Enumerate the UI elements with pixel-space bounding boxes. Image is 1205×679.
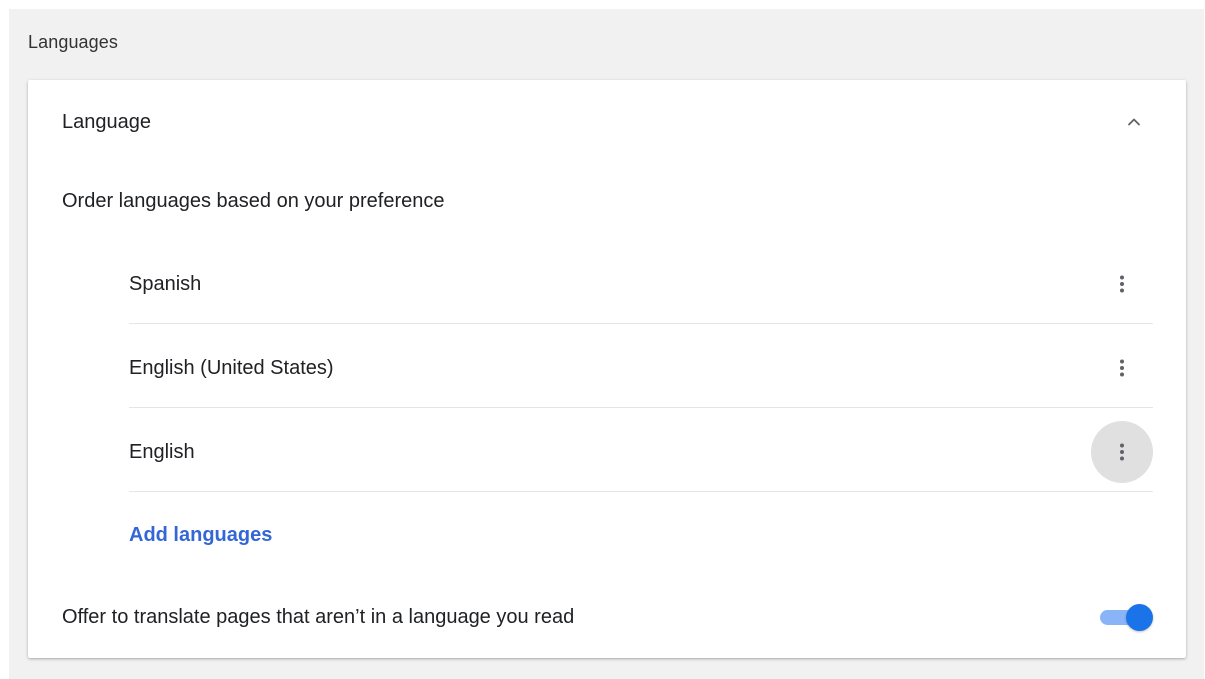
language-menu-button[interactable] xyxy=(1091,421,1153,483)
more-vert-icon xyxy=(1120,359,1124,377)
language-menu-button[interactable] xyxy=(1091,337,1153,399)
language-list: Spanish English (United States) English xyxy=(129,240,1153,492)
toggle-knob xyxy=(1126,604,1153,631)
language-menu-button[interactable] xyxy=(1091,253,1153,315)
language-row-spanish: Spanish xyxy=(129,240,1153,324)
translate-offer-toggle[interactable] xyxy=(1098,601,1154,633)
language-label: English xyxy=(129,441,195,463)
language-row-english-us: English (United States) xyxy=(129,324,1153,408)
language-label: Spanish xyxy=(129,273,202,295)
language-settings-card: Language Order languages based on your p… xyxy=(28,80,1186,658)
language-row-english: English xyxy=(129,408,1153,492)
translate-offer-label: Offer to translate pages that aren’t in … xyxy=(62,606,575,628)
order-languages-description: Order languages based on your preference xyxy=(62,190,445,212)
more-vert-icon xyxy=(1120,443,1124,461)
add-languages-link[interactable]: Add languages xyxy=(129,524,272,547)
language-header-label: Language xyxy=(62,111,151,133)
more-vert-icon xyxy=(1120,275,1124,293)
section-title: Languages xyxy=(28,32,118,52)
language-label: English (United States) xyxy=(129,357,334,379)
chevron-up-icon[interactable] xyxy=(1122,110,1146,134)
language-expand-header[interactable]: Language xyxy=(28,80,1186,162)
